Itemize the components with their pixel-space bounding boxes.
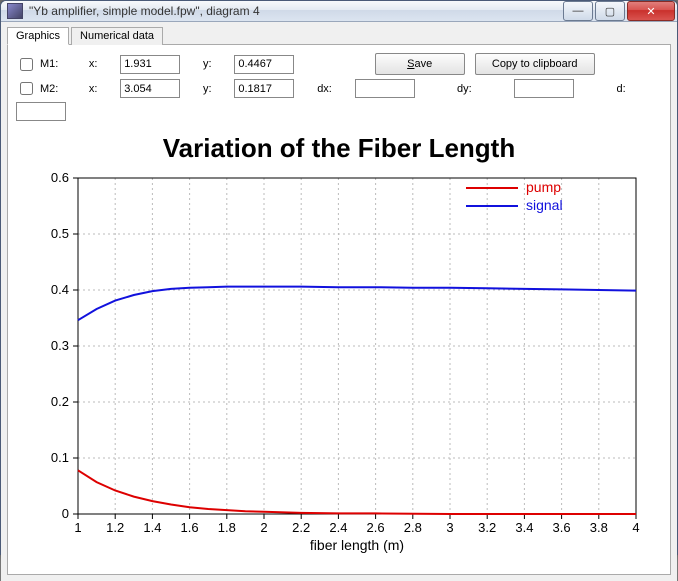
- minimize-button[interactable]: —: [563, 1, 593, 21]
- dy-label: dy:: [457, 83, 508, 95]
- svg-text:0.3: 0.3: [51, 338, 69, 353]
- save-button[interactable]: Save: [375, 53, 465, 75]
- svg-text:3.4: 3.4: [515, 520, 533, 535]
- m2-checkbox[interactable]: [20, 82, 33, 95]
- m1-checkbox-group: M1:: [16, 55, 83, 74]
- svg-text:2.4: 2.4: [329, 520, 347, 535]
- m1-y-label: y:: [203, 58, 228, 70]
- svg-text:4: 4: [632, 520, 639, 535]
- tab-bar: Graphics Numerical data: [7, 26, 671, 45]
- svg-text:0.4: 0.4: [51, 282, 69, 297]
- svg-text:0.2: 0.2: [51, 394, 69, 409]
- m2-label: M2:: [40, 83, 58, 95]
- svg-text:1: 1: [74, 520, 81, 535]
- svg-text:1.6: 1.6: [181, 520, 199, 535]
- svg-text:2.6: 2.6: [367, 520, 385, 535]
- m1-x-input[interactable]: [120, 55, 180, 74]
- svg-text:1.8: 1.8: [218, 520, 236, 535]
- svg-text:3.6: 3.6: [553, 520, 571, 535]
- svg-text:1.4: 1.4: [143, 520, 161, 535]
- m1-y-input[interactable]: [234, 55, 294, 74]
- titlebar: "Yb amplifier, simple model.fpw", diagra…: [1, 1, 677, 22]
- svg-text:0.6: 0.6: [51, 170, 69, 185]
- chart-canvas: 1 1.2 1.4 1.6 1.8 2 2.2 2.4 2.6 2.8 3 3.2 3.4 3.6 3.8 4…: [16, 166, 656, 566]
- svg-text:3: 3: [446, 520, 453, 535]
- copy-to-clipboard-button[interactable]: Copy to clipboard: [475, 53, 595, 75]
- tab-graphics[interactable]: Graphics: [7, 27, 69, 45]
- svg-text:2.8: 2.8: [404, 520, 422, 535]
- tab-panel-graphics: M1: x: y: Save Copy to clipboard M2: x:: [7, 45, 671, 575]
- dx-output: [355, 79, 415, 98]
- svg-text:2: 2: [260, 520, 267, 535]
- svg-text:2.2: 2.2: [292, 520, 310, 535]
- svg-text:signal: signal: [526, 197, 563, 213]
- d-output: [16, 102, 66, 121]
- m2-x-input[interactable]: [120, 79, 180, 98]
- svg-text:1.2: 1.2: [106, 520, 124, 535]
- m1-label: M1:: [40, 58, 58, 70]
- chart-title: Variation of the Fiber Length: [16, 129, 662, 166]
- app-window: "Yb amplifier, simple model.fpw", diagra…: [0, 0, 678, 555]
- svg-text:0.5: 0.5: [51, 226, 69, 241]
- client-area: Graphics Numerical data M1: x: y: Save C…: [1, 22, 677, 581]
- m1-checkbox[interactable]: [20, 58, 33, 71]
- svg-text:fiber length (m): fiber length (m): [310, 537, 404, 553]
- app-icon: [7, 3, 23, 19]
- close-button[interactable]: ✕: [627, 1, 675, 21]
- maximize-button[interactable]: ▢: [595, 1, 625, 21]
- svg-text:pump: pump: [526, 179, 561, 195]
- window-title: "Yb amplifier, simple model.fpw", diagra…: [29, 4, 561, 18]
- tab-numerical-data[interactable]: Numerical data: [71, 27, 163, 45]
- m2-y-label: y:: [203, 83, 228, 95]
- m2-x-label: x:: [89, 83, 114, 95]
- dy-output: [514, 79, 574, 98]
- svg-text:3.8: 3.8: [590, 520, 608, 535]
- dx-label: dx:: [317, 83, 349, 95]
- marker-controls: M1: x: y: Save Copy to clipboard M2: x:: [16, 53, 662, 121]
- m2-checkbox-group: M2:: [16, 79, 83, 98]
- d-label: d:: [616, 83, 662, 95]
- chart: Variation of the Fiber Length 1 1.2 1.4 1.6…: [16, 129, 662, 566]
- svg-text:3.2: 3.2: [478, 520, 496, 535]
- m1-x-label: x:: [89, 58, 114, 70]
- m2-y-input[interactable]: [234, 79, 294, 98]
- svg-text:0: 0: [62, 506, 69, 521]
- svg-text:0.1: 0.1: [51, 450, 69, 465]
- window-controls: — ▢ ✕: [561, 1, 675, 21]
